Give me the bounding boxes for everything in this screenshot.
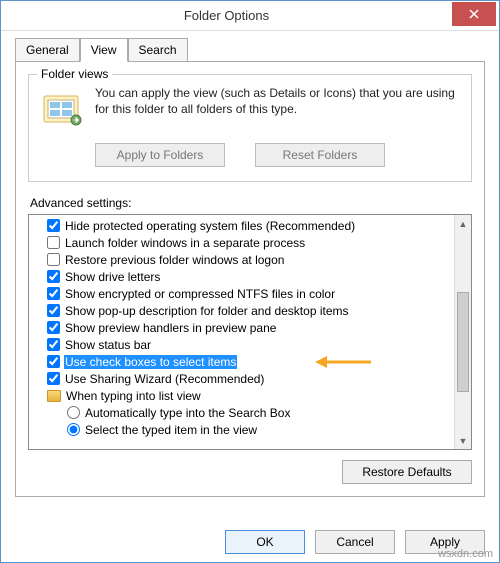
tree-item[interactable]: Automatically type into the Search Box [33,404,453,421]
ok-button[interactable]: OK [225,530,305,554]
close-icon [469,9,479,19]
tree-item[interactable]: Show drive letters [33,268,453,285]
tree-item-label: Hide protected operating system files (R… [64,219,356,233]
tree-item[interactable]: Launch folder windows in a separate proc… [33,234,453,251]
tree-item[interactable]: Hide protected operating system files (R… [33,217,453,234]
tab-strip: General View Search [15,37,485,61]
tree-item-label: Select the typed item in the view [84,423,258,437]
folder-options-dialog: Folder Options General View Search Folde… [0,0,500,563]
checkbox-input[interactable] [47,270,60,283]
folder-views-legend: Folder views [37,67,112,81]
tree-item[interactable]: Use Sharing Wizard (Recommended) [33,370,453,387]
tree-item-label: Show pop-up description for folder and d… [64,304,350,318]
tree-item-label: Use Sharing Wizard (Recommended) [64,372,265,386]
checkbox-input[interactable] [47,219,60,232]
tree-item[interactable]: Show encrypted or compressed NTFS files … [33,285,453,302]
checkbox-input[interactable] [47,355,60,368]
tab-body-view: Folder views [15,61,485,497]
tree-item[interactable]: Show preview handlers in preview pane [33,319,453,336]
checkbox-input[interactable] [47,372,60,385]
tree-item-label: Launch folder windows in a separate proc… [64,236,306,250]
tree-item-label: Use check boxes to select items [64,355,237,369]
tree-item-label: When typing into list view [65,389,202,403]
tree-item[interactable]: Show pop-up description for folder and d… [33,302,453,319]
scroll-up-icon[interactable]: ▲ [455,215,471,232]
folder-views-text: You can apply the view (such as Details … [95,85,461,131]
tab-general[interactable]: General [15,38,80,62]
checkbox-input[interactable] [47,287,60,300]
folder-views-group: Folder views [28,74,472,182]
tree-item[interactable]: Restore previous folder windows at logon [33,251,453,268]
close-button[interactable] [452,2,496,26]
advanced-settings-label: Advanced settings: [30,196,472,210]
dialog-content: General View Search Folder views [1,31,499,537]
checkbox-input[interactable] [47,321,60,334]
checkbox-input[interactable] [47,338,60,351]
reset-folders-button[interactable]: Reset Folders [255,143,385,167]
checkbox-input[interactable] [47,304,60,317]
tree-item[interactable]: When typing into list view [33,387,453,404]
tree-item[interactable]: Select the typed item in the view [33,421,453,438]
scroll-thumb[interactable] [457,292,469,392]
radio-input[interactable] [67,406,80,419]
tab-view[interactable]: View [80,38,128,62]
folder-icon [47,390,61,402]
scrollbar[interactable]: ▲ ▼ [454,215,471,449]
restore-defaults-button[interactable]: Restore Defaults [342,460,472,484]
tree-item-label: Show drive letters [64,270,161,284]
title-bar: Folder Options [1,1,499,31]
window-title: Folder Options [1,8,452,23]
tree-item-label: Show status bar [64,338,152,352]
watermark: wsxdn.com [438,548,493,560]
tab-search[interactable]: Search [128,38,188,62]
checkbox-input[interactable] [47,236,60,249]
tree-item-label: Restore previous folder windows at logon [64,253,285,267]
folder-views-icon [39,85,85,131]
tree-item-label: Automatically type into the Search Box [84,406,291,420]
checkbox-input[interactable] [47,253,60,266]
tree-item-label: Show encrypted or compressed NTFS files … [64,287,336,301]
tree-item[interactable]: Use check boxes to select items [33,353,453,370]
radio-input[interactable] [67,423,80,436]
advanced-settings-tree: Hide protected operating system files (R… [28,214,472,450]
tree-item[interactable]: Show status bar [33,336,453,353]
cancel-button[interactable]: Cancel [315,530,395,554]
tree-item-label: Show preview handlers in preview pane [64,321,277,335]
apply-to-folders-button[interactable]: Apply to Folders [95,143,225,167]
scroll-down-icon[interactable]: ▼ [455,432,471,449]
